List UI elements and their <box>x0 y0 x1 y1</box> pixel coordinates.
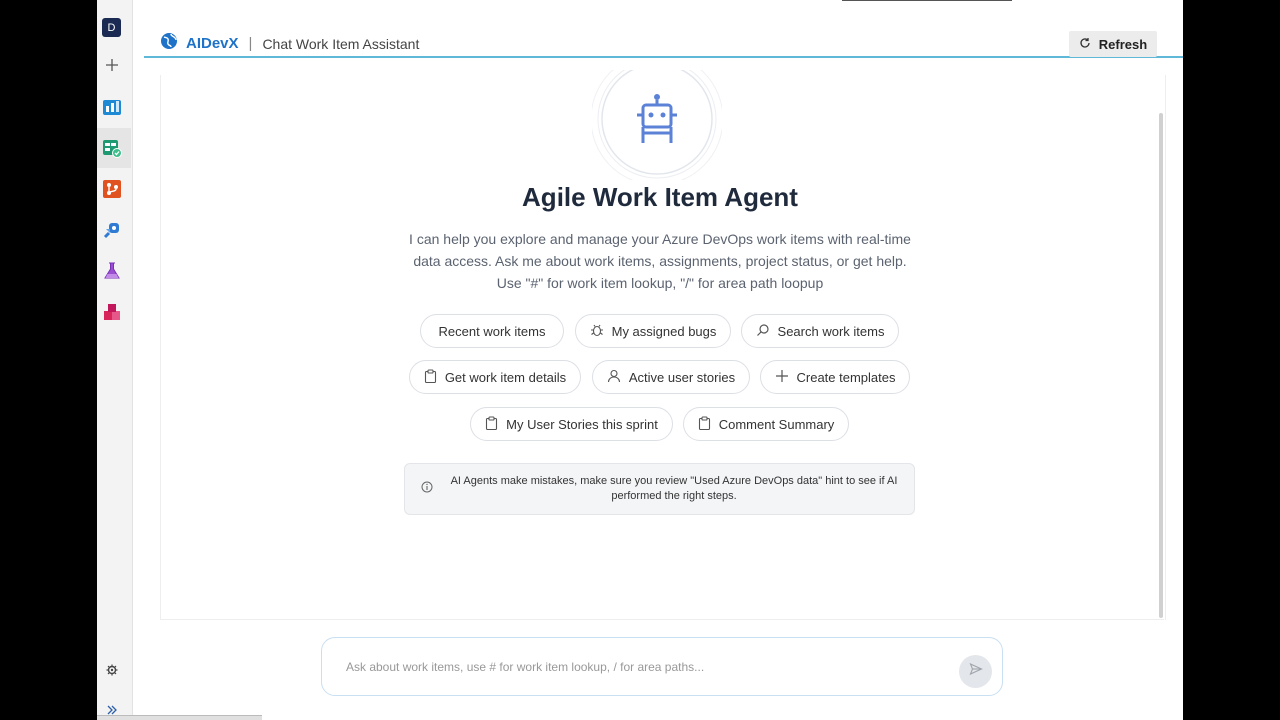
brand-name: AIDevX <box>186 35 239 52</box>
disclaimer-text: AI Agents make mistakes, make sure you r… <box>450 475 898 502</box>
chip-label: Recent work items <box>438 323 546 339</box>
gear-icon[interactable] <box>101 659 123 681</box>
brand: AIDevX | Chat Work Item Assistant <box>160 32 419 55</box>
suggestion-my-user-stories-this-sprint[interactable]: My User Stories this sprint <box>470 407 673 441</box>
search-icon <box>756 323 770 340</box>
description-line: Use "#" for work item lookup, "/" for ar… <box>496 275 824 291</box>
status-bar <box>97 715 262 720</box>
chip-label: My User Stories this sprint <box>506 416 658 432</box>
refresh-label: Refresh <box>1098 36 1148 52</box>
globe-icon <box>160 32 178 55</box>
chip-label: Get work item details <box>444 369 567 385</box>
chip-label: Search work items <box>777 323 885 339</box>
agent-title: Agile Work Item Agent <box>522 182 798 212</box>
user-icon <box>607 369 621 386</box>
clipboard-icon <box>485 415 498 433</box>
app-header: AIDevX | Chat Work Item Assistant Refres… <box>144 24 1183 58</box>
plus-icon[interactable] <box>101 54 123 76</box>
description-line: data access. Ask me about work items, as… <box>413 253 907 269</box>
top-scroll-indicator <box>842 0 1012 1</box>
chip-label: Comment Summary <box>718 416 835 432</box>
pipelines-icon[interactable] <box>101 219 123 241</box>
refresh-icon <box>1079 37 1091 52</box>
artifacts-icon[interactable] <box>101 301 123 323</box>
bug-icon <box>590 323 604 340</box>
suggestion-create-templates[interactable]: Create templates <box>760 360 910 394</box>
boards-icon[interactable] <box>101 96 123 118</box>
suggestion-my-assigned-bugs[interactable]: My assigned bugs <box>575 314 731 348</box>
suggestion-recent-work-items[interactable]: Recent work items <box>420 314 564 348</box>
suggestion-get-work-item-details[interactable]: Get work item details <box>409 360 581 394</box>
suggestion-active-user-stories[interactable]: Active user stories <box>592 360 750 394</box>
chip-label: Active user stories <box>628 369 736 385</box>
suggestion-comment-summary[interactable]: Comment Summary <box>683 407 849 441</box>
chat-input[interactable]: Ask about work items, use # for work ite… <box>321 637 1003 696</box>
page-subtitle: Chat Work Item Assistant <box>262 35 420 52</box>
send-button[interactable] <box>959 655 992 688</box>
description-line: I can help you explore and manage your A… <box>409 231 911 247</box>
clipboard-icon <box>698 415 711 433</box>
info-icon <box>421 480 433 498</box>
left-nav-rail: D <box>97 0 133 720</box>
refresh-button[interactable]: Refresh <box>1069 31 1157 57</box>
chip-label: Create templates <box>796 369 896 385</box>
ai-disclaimer: AI Agents make mistakes, make sure you r… <box>404 463 915 515</box>
chat-input-placeholder: Ask about work items, use # for work ite… <box>346 660 705 674</box>
org-avatar[interactable]: D <box>102 18 121 37</box>
robot-avatar <box>590 52 724 186</box>
header-separator: | <box>248 35 253 52</box>
plus-icon <box>775 369 789 386</box>
agent-description: I can help you explore and manage your A… <box>407 228 913 294</box>
app-window: D AIDevX | Chat Work Item Assistant Refr… <box>97 0 1183 720</box>
chip-label: My assigned bugs <box>611 323 717 339</box>
suggestion-search-work-items[interactable]: Search work items <box>741 314 899 348</box>
composer-divider <box>160 619 1164 620</box>
clipboard-icon <box>424 368 437 386</box>
work-items-icon[interactable] <box>101 137 123 159</box>
test-plans-icon[interactable] <box>101 260 123 282</box>
send-icon <box>968 662 983 681</box>
